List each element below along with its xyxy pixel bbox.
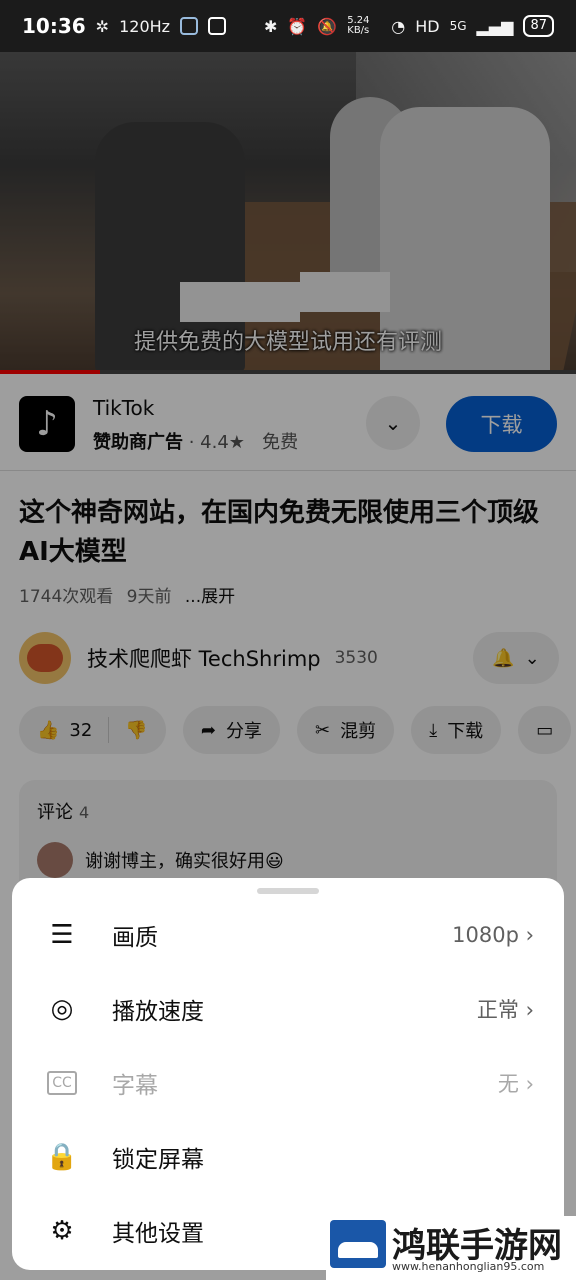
menu-item-label: 播放速度 (112, 999, 204, 1025)
menu-item-value: 1080p › (452, 923, 534, 947)
network-type: 5G (449, 19, 467, 33)
hd-icon: HD (415, 16, 440, 36)
settings-bottom-sheet: ☰ 画质 1080p › ◎ 播放速度 正常 › CC 字幕 无 › 🔒 锁定屏… (12, 878, 564, 1270)
vpn-icon (180, 17, 199, 35)
bluetooth-icon: ✱ (264, 16, 278, 36)
lock-icon: 🔒 (45, 1142, 79, 1172)
app-notification-icon (208, 17, 227, 35)
menu-item-label: 锁定屏幕 (112, 1147, 204, 1173)
menu-item-label: 画质 (112, 925, 158, 951)
sliders-icon: ☰ (50, 920, 74, 950)
net-speed: 5.24 KB/s (347, 15, 370, 36)
menu-item-captions[interactable]: CC 字幕 无 › (12, 1046, 564, 1120)
menu-item-label: 字幕 (112, 1073, 158, 1099)
battery-indicator: 87 (523, 15, 554, 37)
watermark-url: www.henanhonglian95.com (392, 1260, 545, 1273)
gear-icon: ⚙ (50, 1216, 74, 1246)
alarm-icon: ⏰ (287, 16, 308, 36)
wifi-icon: ◔ (391, 16, 406, 36)
playback-speed-icon: ◎ (50, 994, 74, 1024)
watermark-logo-icon (330, 1220, 386, 1268)
pinwheel-icon: ✲ (95, 16, 110, 36)
status-bar: 10:36 ✲ 120Hz ✱ ⏰ 🔕 5.24 KB/s ◔ HD 5G ▂▄… (0, 0, 576, 52)
cc-icon: CC (12, 1071, 112, 1095)
site-watermark: 鸿联手游网 www.henanhonglian95.com (326, 1216, 576, 1280)
menu-item-value: 正常 › (476, 998, 534, 1022)
clock: 10:36 (22, 14, 86, 38)
drag-handle[interactable] (257, 888, 319, 894)
menu-item-value: 无 › (497, 1072, 534, 1096)
menu-item-label: 其他设置 (112, 1221, 204, 1247)
signal-icon: ▂▄▆ (476, 16, 514, 36)
refresh-rate-label: 120Hz (119, 16, 171, 36)
menu-item-lock-screen[interactable]: 🔒 锁定屏幕 (12, 1120, 564, 1194)
menu-item-playback-speed[interactable]: ◎ 播放速度 正常 › (12, 972, 564, 1046)
mute-icon: 🔕 (317, 16, 338, 36)
menu-item-quality[interactable]: ☰ 画质 1080p › (12, 898, 564, 972)
